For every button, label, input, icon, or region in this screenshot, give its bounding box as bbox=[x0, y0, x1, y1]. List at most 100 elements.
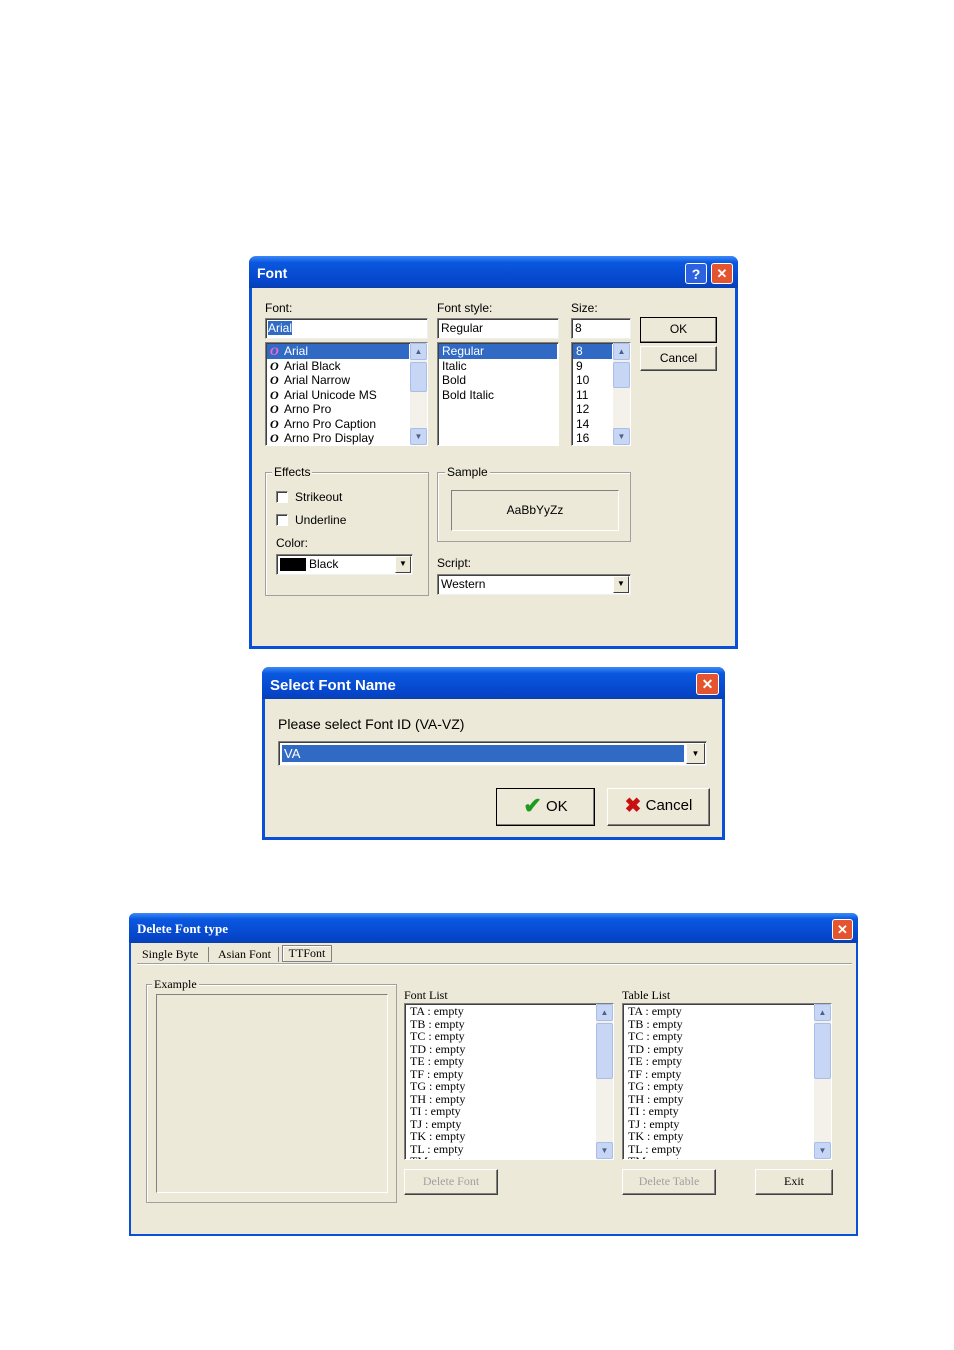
ok-button[interactable]: ✔ OK bbox=[496, 788, 595, 826]
list-item[interactable]: O Arial bbox=[267, 344, 409, 359]
scroll-down-icon[interactable]: ▼ bbox=[814, 1142, 831, 1159]
close-icon: ✕ bbox=[837, 922, 848, 937]
list-item[interactable]: Italic bbox=[439, 359, 557, 374]
list-item-label: 10 bbox=[576, 373, 590, 387]
sample-preview: AaBbYyZz bbox=[451, 490, 619, 531]
ok-button[interactable]: OK bbox=[640, 317, 717, 343]
cancel-button[interactable]: Cancel bbox=[640, 346, 717, 371]
chevron-down-icon[interactable]: ▼ bbox=[395, 556, 411, 573]
scroll-down-icon[interactable]: ▼ bbox=[410, 428, 427, 445]
font-list-items: TA : empty TB : empty TC : empty TD : empty… bbox=[407, 1005, 595, 1159]
scroll-up-icon[interactable]: ▲ bbox=[613, 343, 630, 360]
size-label: Size: bbox=[571, 301, 598, 315]
underline-checkbox[interactable] bbox=[276, 514, 288, 526]
cancel-label: Cancel bbox=[659, 351, 698, 365]
color-dropdown[interactable]: Black ▼ bbox=[276, 554, 413, 575]
size-listbox[interactable]: 8 9 10 11 12 14 16 ▲ ▼ bbox=[571, 342, 631, 446]
tab-panel-border bbox=[137, 963, 852, 965]
chevron-down-icon[interactable]: ▼ bbox=[686, 743, 705, 764]
delete-font-button[interactable]: Delete Font bbox=[404, 1169, 498, 1195]
font-list-scrollbar[interactable]: ▲ ▼ bbox=[596, 1004, 613, 1159]
font-style-listbox[interactable]: Regular Italic Bold Bold Italic bbox=[437, 342, 559, 446]
list-item[interactable]: Regular bbox=[439, 344, 557, 359]
delete-table-button[interactable]: Delete Table bbox=[622, 1169, 716, 1195]
list-item[interactable]: O Arial Black bbox=[267, 359, 409, 374]
checkmark-icon: ✔ bbox=[523, 793, 542, 818]
list-item-label: Arno Pro Caption bbox=[284, 416, 377, 431]
scroll-up-icon[interactable]: ▲ bbox=[410, 343, 427, 360]
font-list-box[interactable]: TA : empty TB : empty TC : empty TD : empty… bbox=[404, 1003, 614, 1160]
opentype-icon: O bbox=[270, 358, 279, 373]
strikeout-label[interactable]: Strikeout bbox=[295, 490, 342, 504]
select-font-titlebar[interactable]: Select Font Name bbox=[262, 667, 725, 699]
effects-group bbox=[265, 472, 429, 596]
list-item[interactable]: O Arno Pro Display bbox=[267, 431, 409, 445]
list-item[interactable]: O Arial Narrow bbox=[267, 373, 409, 388]
chevron-down-icon[interactable]: ▼ bbox=[613, 576, 629, 593]
opentype-icon: O bbox=[270, 373, 279, 387]
tab-separator bbox=[208, 947, 209, 962]
close-button[interactable]: ✕ bbox=[696, 673, 719, 695]
scroll-up-icon[interactable]: ▲ bbox=[596, 1004, 613, 1021]
scroll-up-icon[interactable]: ▲ bbox=[814, 1004, 831, 1021]
color-label: Color: bbox=[276, 536, 309, 550]
font-dialog-titlebar[interactable]: Font bbox=[249, 256, 738, 288]
font-list-label: Font List bbox=[404, 988, 448, 1002]
font-name-input[interactable]: Arial bbox=[265, 318, 428, 339]
list-item[interactable]: O Arial Unicode MS bbox=[267, 388, 409, 403]
opentype-icon: O bbox=[270, 431, 279, 445]
opentype-icon: O bbox=[270, 416, 279, 431]
list-item[interactable]: 12 bbox=[573, 402, 612, 417]
list-item[interactable]: 9 bbox=[573, 359, 612, 374]
close-icon: ✕ bbox=[716, 266, 728, 281]
list-item[interactable]: O Arno Pro Caption bbox=[267, 417, 409, 432]
script-dropdown[interactable]: Western ▼ bbox=[437, 574, 631, 595]
scroll-thumb[interactable] bbox=[410, 362, 427, 392]
list-item[interactable]: TM : empty bbox=[625, 1155, 813, 1159]
font-id-prompt: Please select Font ID (VA-VZ) bbox=[278, 716, 465, 732]
table-list-scrollbar[interactable]: ▲ ▼ bbox=[814, 1004, 831, 1159]
font-style-input[interactable]: Regular bbox=[437, 318, 559, 339]
scroll-thumb[interactable] bbox=[596, 1023, 613, 1079]
delete-font-titlebar[interactable]: Delete Font type bbox=[129, 913, 858, 943]
list-item-label: Italic bbox=[442, 358, 467, 373]
size-list-items: 8 9 10 11 12 14 16 bbox=[573, 344, 612, 445]
scroll-thumb[interactable] bbox=[613, 362, 630, 388]
list-item[interactable]: Bold bbox=[439, 373, 557, 388]
list-item-label: Arial Narrow bbox=[284, 373, 351, 387]
select-font-title: Select Font Name bbox=[270, 677, 396, 694]
tab-ttfont[interactable]: TTFont bbox=[282, 945, 332, 962]
font-list-scrollbar[interactable]: ▲ ▼ bbox=[410, 343, 427, 445]
list-item[interactable]: TM : empty bbox=[407, 1155, 595, 1159]
script-label: Script: bbox=[437, 556, 472, 570]
list-item-label: 14 bbox=[576, 416, 590, 431]
tab-asian-font[interactable]: Asian Font bbox=[218, 947, 271, 962]
list-item[interactable]: 16 bbox=[573, 431, 612, 445]
font-listbox[interactable]: O Arial O Arial Black O Arial Narrow O Arial Un… bbox=[265, 342, 428, 446]
list-item-label: 8 bbox=[576, 344, 583, 358]
list-item[interactable]: Bold Italic bbox=[439, 388, 557, 403]
scroll-down-icon[interactable]: ▼ bbox=[613, 428, 630, 445]
font-id-selection: VA bbox=[281, 744, 685, 763]
list-item[interactable]: 8 bbox=[573, 344, 612, 359]
scroll-thumb[interactable] bbox=[814, 1023, 831, 1079]
scroll-down-icon[interactable]: ▼ bbox=[596, 1142, 613, 1159]
list-item[interactable]: 14 bbox=[573, 417, 612, 432]
tab-single-byte[interactable]: Single Byte bbox=[142, 947, 198, 962]
example-preview bbox=[156, 994, 388, 1193]
list-item[interactable]: 11 bbox=[573, 388, 612, 403]
list-item[interactable]: O Arno Pro bbox=[267, 402, 409, 417]
opentype-icon: O bbox=[270, 402, 279, 416]
font-id-dropdown[interactable]: VA ▼ bbox=[278, 741, 707, 766]
list-item[interactable]: 10 bbox=[573, 373, 612, 388]
help-button[interactable]: ? bbox=[685, 263, 707, 284]
close-button[interactable]: ✕ bbox=[832, 919, 853, 940]
cancel-button[interactable]: ✖ Cancel bbox=[607, 788, 710, 826]
strikeout-checkbox[interactable] bbox=[276, 491, 288, 503]
underline-label[interactable]: Underline bbox=[295, 513, 346, 527]
close-button[interactable]: ✕ bbox=[711, 263, 733, 284]
size-list-scrollbar[interactable]: ▲ ▼ bbox=[613, 343, 630, 445]
exit-button[interactable]: Exit bbox=[755, 1169, 833, 1195]
size-input[interactable]: 8 bbox=[571, 318, 631, 339]
table-list-box[interactable]: TA : empty TB : empty TC : empty TD : empty… bbox=[622, 1003, 832, 1160]
